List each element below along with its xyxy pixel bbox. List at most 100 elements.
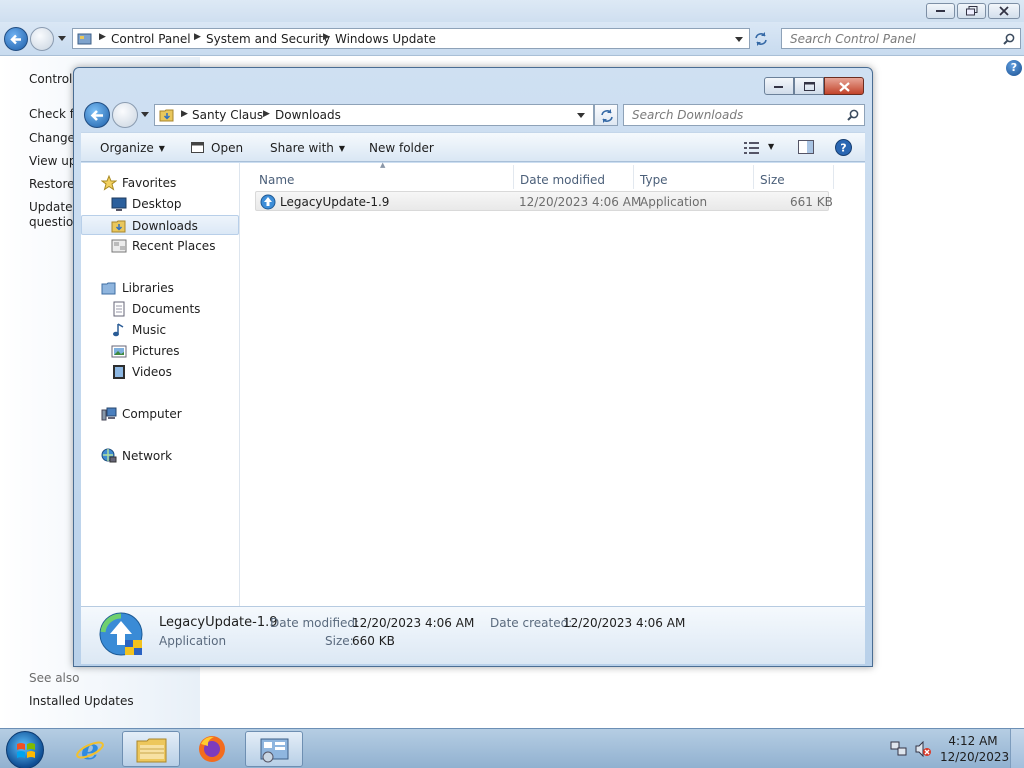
cp-search-input[interactable]: Search Control Panel bbox=[781, 28, 1021, 49]
column-size[interactable]: Size bbox=[760, 173, 785, 187]
nav-network[interactable]: Network bbox=[81, 446, 239, 466]
cp-back-button[interactable] bbox=[4, 27, 28, 51]
details-size: 660 KB bbox=[352, 634, 395, 648]
explorer-close-button[interactable] bbox=[824, 77, 864, 95]
folder-icon bbox=[136, 738, 167, 763]
cp-history-dropdown-icon[interactable] bbox=[58, 36, 67, 42]
open-button[interactable]: Open bbox=[191, 141, 243, 155]
view-options-icon[interactable] bbox=[744, 141, 760, 155]
nav-recent-places[interactable]: Recent Places bbox=[81, 236, 239, 256]
preview-pane-icon[interactable] bbox=[798, 140, 814, 155]
network-icon bbox=[101, 448, 117, 463]
cp-link-view-update-history[interactable]: View up bbox=[29, 154, 77, 168]
nav-libraries[interactable]: Libraries bbox=[81, 278, 239, 298]
file-size: 661 KB bbox=[790, 195, 833, 209]
explorer-search-placeholder: Search Downloads bbox=[632, 108, 744, 122]
details-date-modified-label: Date modified: bbox=[270, 616, 360, 630]
control-panel-titlebar bbox=[0, 0, 1024, 22]
details-size-label: Size: bbox=[325, 634, 354, 648]
nav-music[interactable]: Music bbox=[81, 320, 239, 340]
cp-link-change-settings[interactable]: Change bbox=[29, 131, 75, 145]
windows-logo-icon bbox=[17, 743, 35, 758]
file-list: ▲ Name Date modified Type Size LegacyUpd… bbox=[241, 161, 865, 606]
network-tray-icon[interactable] bbox=[890, 741, 908, 757]
details-date-modified: 12/20/2023 4:06 AM bbox=[352, 616, 475, 630]
chevron-down-icon: ▼ bbox=[158, 144, 165, 153]
control-panel-icon bbox=[260, 738, 289, 763]
cp-minimize-button[interactable] bbox=[926, 3, 955, 19]
search-icon[interactable] bbox=[847, 109, 859, 121]
taskbar-internet-explorer[interactable]: e bbox=[62, 731, 120, 767]
nav-documents[interactable]: Documents bbox=[81, 299, 239, 319]
installed-updates-link[interactable]: Installed Updates bbox=[29, 694, 134, 708]
nav-pictures[interactable]: Pictures bbox=[81, 341, 239, 361]
breadcrumb-windows-update[interactable]: Windows Update bbox=[335, 32, 436, 46]
open-app-icon bbox=[191, 142, 204, 153]
search-icon[interactable] bbox=[1003, 33, 1015, 45]
details-date-created: 12/20/2023 4:06 AM bbox=[563, 616, 686, 630]
chevron-down-icon[interactable] bbox=[577, 113, 586, 119]
nav-downloads[interactable]: Downloads bbox=[81, 215, 239, 235]
explorer-history-dropdown-icon[interactable] bbox=[141, 112, 150, 118]
legacy-update-large-icon bbox=[99, 612, 143, 656]
back-arrow-icon bbox=[10, 34, 21, 45]
taskbar-control-panel[interactable] bbox=[245, 731, 303, 767]
table-row[interactable]: LegacyUpdate-1.9 12/20/2023 4:06 AM Appl… bbox=[255, 191, 833, 211]
column-name[interactable]: Name bbox=[259, 173, 294, 187]
explorer-search-input[interactable]: Search Downloads bbox=[623, 104, 865, 126]
explorer-forward-button[interactable] bbox=[112, 102, 138, 128]
organize-button[interactable]: Organize ▼ bbox=[100, 141, 165, 155]
explorer-maximize-button[interactable] bbox=[794, 77, 824, 95]
nav-desktop[interactable]: Desktop bbox=[81, 194, 239, 214]
downloads-folder-icon bbox=[159, 109, 174, 122]
cp-link-control-panel-home[interactable]: Control bbox=[29, 72, 72, 86]
cp-address-bar: ▶ Control Panel ▶ System and Security ▶ … bbox=[0, 22, 1024, 56]
show-desktop-button[interactable] bbox=[1010, 729, 1024, 768]
column-type[interactable]: Type bbox=[640, 173, 668, 187]
videos-icon bbox=[113, 365, 125, 379]
help-icon[interactable]: ? bbox=[1006, 60, 1022, 76]
downloads-folder-icon bbox=[111, 220, 126, 233]
refresh-icon bbox=[601, 109, 613, 123]
internet-explorer-icon: e bbox=[76, 734, 104, 764]
start-button[interactable] bbox=[6, 731, 44, 768]
explorer-minimize-button[interactable] bbox=[764, 77, 794, 95]
recent-places-icon bbox=[111, 239, 127, 253]
pictures-icon bbox=[111, 345, 127, 358]
see-also-heading: See also bbox=[29, 671, 80, 685]
cp-refresh-icon[interactable] bbox=[753, 31, 769, 47]
legacy-update-app-icon bbox=[260, 194, 276, 210]
clock-time: 4:12 AM bbox=[948, 734, 998, 748]
cp-breadcrumb[interactable]: ▶ Control Panel ▶ System and Security ▶ … bbox=[72, 28, 750, 49]
column-date-modified[interactable]: Date modified bbox=[520, 173, 605, 187]
cp-link-updates-faq[interactable]: Updates bbox=[29, 200, 79, 214]
cp-forward-button[interactable] bbox=[30, 27, 54, 51]
volume-muted-icon[interactable] bbox=[914, 741, 932, 757]
explorer-breadcrumb[interactable]: ▶ Santy Claus ▶ Downloads bbox=[154, 104, 594, 126]
svg-text:?: ? bbox=[840, 142, 846, 155]
clock-date: 12/20/2023 bbox=[940, 750, 1010, 764]
explorer-back-button[interactable] bbox=[84, 102, 110, 128]
breadcrumb-user[interactable]: Santy Claus bbox=[192, 108, 263, 122]
libraries-icon bbox=[101, 282, 116, 295]
nav-favorites[interactable]: Favorites bbox=[81, 173, 239, 193]
taskbar-windows-explorer[interactable] bbox=[122, 731, 180, 767]
chevron-down-icon[interactable] bbox=[735, 37, 744, 43]
explorer-refresh-button[interactable] bbox=[594, 104, 618, 126]
new-folder-button[interactable]: New folder bbox=[369, 141, 434, 155]
cp-restore-button[interactable] bbox=[957, 3, 986, 19]
chevron-down-icon: ▼ bbox=[338, 144, 346, 153]
chevron-down-icon[interactable]: ▼ bbox=[768, 142, 774, 151]
taskbar-firefox[interactable] bbox=[184, 731, 242, 767]
nav-computer[interactable]: Computer bbox=[81, 404, 239, 424]
help-icon[interactable]: ? bbox=[835, 139, 852, 156]
nav-videos[interactable]: Videos bbox=[81, 362, 239, 382]
cp-close-button[interactable] bbox=[988, 3, 1020, 19]
clock[interactable]: 4:12 AM 12/20/2023 bbox=[940, 733, 1010, 765]
breadcrumb-control-panel[interactable]: Control Panel bbox=[111, 32, 191, 46]
breadcrumb-downloads[interactable]: Downloads bbox=[275, 108, 341, 122]
share-with-button[interactable]: Share with ▼ bbox=[270, 141, 345, 155]
close-icon bbox=[839, 82, 850, 92]
cp-link-restore-hidden[interactable]: Restore bbox=[29, 177, 75, 191]
breadcrumb-system-security[interactable]: System and Security bbox=[206, 32, 330, 46]
